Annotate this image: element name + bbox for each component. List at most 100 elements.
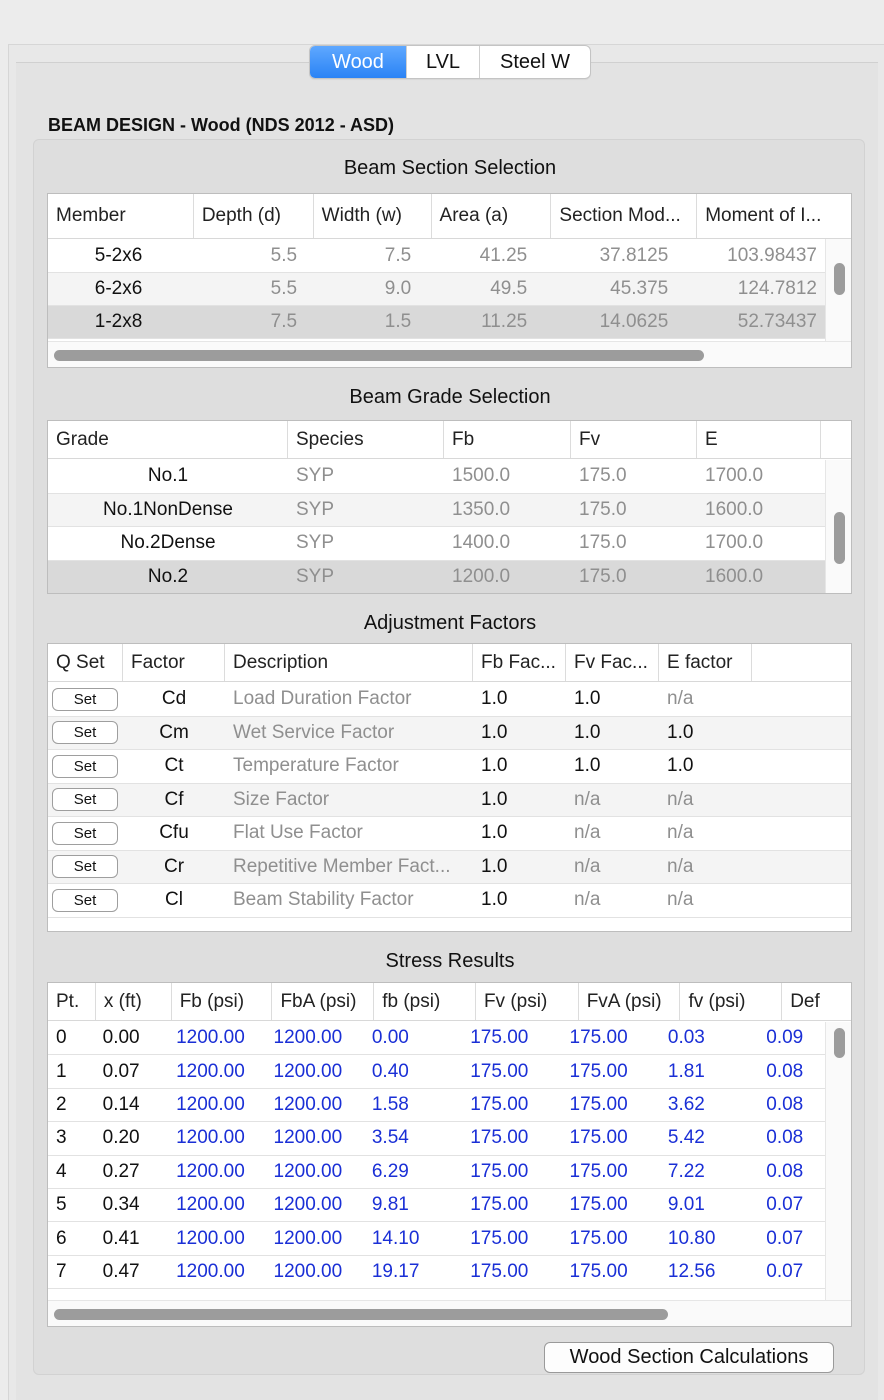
set-button[interactable]: Set bbox=[52, 687, 118, 711]
stress-cell: 0.07 bbox=[766, 1227, 804, 1249]
stress-table-vscroll-thumb[interactable] bbox=[834, 1028, 845, 1058]
stress-table-vscrollbar[interactable] bbox=[825, 1022, 851, 1300]
col-pt[interactable]: Pt. bbox=[48, 983, 96, 1020]
stress-cell: 14.10 bbox=[371, 1227, 420, 1249]
col-fva-psi[interactable]: FvA (psi) bbox=[579, 983, 681, 1020]
col-fba-psi[interactable]: FbA (psi) bbox=[272, 983, 375, 1020]
factor-cell: Ct bbox=[164, 755, 184, 777]
grade-cell: 1700.0 bbox=[705, 465, 764, 487]
factor-cell: 1.0 bbox=[481, 688, 508, 710]
col-fv-factor[interactable]: Fv Fac... bbox=[566, 644, 659, 681]
wood-section-calculations-button[interactable]: Wood Section Calculations bbox=[544, 1342, 834, 1373]
grade-cell: SYP bbox=[296, 498, 335, 520]
col-e-factor[interactable]: E factor bbox=[659, 644, 752, 681]
stress-cell: 1200.00 bbox=[176, 1093, 245, 1115]
col-moment-of-inertia[interactable]: Moment of I... bbox=[697, 194, 851, 238]
stress-table-header: Pt. x (ft) Fb (psi) FbA (psi) fb (psi) F… bbox=[48, 983, 851, 1021]
col-fv-psi[interactable]: Fv (psi) bbox=[476, 983, 579, 1020]
col-def[interactable]: Def bbox=[782, 983, 851, 1020]
section-cell: 49.5 bbox=[490, 278, 528, 299]
grade-table-row[interactable]: No.1 SYP 1500.0 175.0 1700.0 bbox=[48, 460, 825, 494]
stress-cell: 1 bbox=[56, 1060, 67, 1082]
factor-cell: 1.0 bbox=[574, 721, 601, 743]
stress-cell: 0 bbox=[56, 1027, 67, 1049]
factor-cell: n/a bbox=[667, 855, 694, 877]
set-button[interactable]: Set bbox=[52, 821, 118, 845]
set-button[interactable]: Set bbox=[52, 855, 118, 879]
factor-cell: 1.0 bbox=[481, 788, 508, 810]
col-fv-lower-psi[interactable]: fv (psi) bbox=[680, 983, 783, 1020]
set-button[interactable]: Set bbox=[52, 788, 118, 812]
grade-cell: 175.0 bbox=[579, 465, 627, 487]
stress-cell: 1200.00 bbox=[176, 1127, 245, 1149]
set-cell: Set bbox=[48, 821, 123, 845]
set-button[interactable]: Set bbox=[52, 754, 118, 778]
section-table-hscrollbar[interactable] bbox=[48, 341, 851, 367]
stress-cell: 6.29 bbox=[371, 1160, 409, 1182]
stress-cell: 6 bbox=[56, 1227, 67, 1249]
grade-table-header: Grade Species Fb Fv E bbox=[48, 421, 851, 459]
col-fb-lower-psi[interactable]: fb (psi) bbox=[374, 983, 476, 1020]
section-table-row[interactable]: 6-2x6 5.5 9.0 49.5 45.375 124.7812 bbox=[48, 273, 825, 306]
factor-cell: Repetitive Member Fact... bbox=[233, 855, 451, 877]
factor-cell: Size Factor bbox=[233, 788, 330, 810]
grade-cell: 1600.0 bbox=[705, 565, 764, 587]
stress-cell: 0.00 bbox=[102, 1027, 140, 1049]
section-cell: 124.7812 bbox=[737, 278, 817, 299]
stress-table-hscroll-thumb[interactable] bbox=[54, 1309, 668, 1320]
section-table-vscroll-thumb[interactable] bbox=[834, 263, 845, 295]
factor-cell: 1.0 bbox=[481, 721, 508, 743]
col-area[interactable]: Area (a) bbox=[432, 194, 552, 238]
col-fv[interactable]: Fv bbox=[571, 421, 697, 458]
col-q-set[interactable]: Q Set bbox=[48, 644, 123, 681]
stress-cell: 3 bbox=[56, 1127, 67, 1149]
col-fb-factor[interactable]: Fb Fac... bbox=[473, 644, 566, 681]
col-fb[interactable]: Fb bbox=[444, 421, 571, 458]
grade-cell: No.1 bbox=[147, 465, 189, 487]
section-table-vscrollbar[interactable] bbox=[825, 239, 851, 342]
section-table-hscroll-thumb[interactable] bbox=[54, 350, 704, 361]
section-table-row[interactable]: 1-2x8 7.5 1.5 11.25 14.0625 52.73437 bbox=[48, 306, 825, 339]
stress-cell: 175.00 bbox=[470, 1160, 529, 1182]
tab-wood[interactable]: Wood bbox=[310, 46, 406, 78]
col-depth[interactable]: Depth (d) bbox=[194, 194, 314, 238]
col-section-modulus[interactable]: Section Mod... bbox=[551, 194, 698, 238]
col-x[interactable]: x (ft) bbox=[96, 983, 172, 1020]
col-description[interactable]: Description bbox=[225, 644, 473, 681]
grade-table-row[interactable]: No.2 SYP 1200.0 175.0 1600.0 bbox=[48, 560, 825, 593]
stress-cell: 9.81 bbox=[371, 1194, 409, 1216]
stress-cell: 175.00 bbox=[470, 1227, 529, 1249]
stress-cell: 10.80 bbox=[667, 1227, 716, 1249]
tab-lvl[interactable]: LVL bbox=[406, 46, 479, 78]
stress-cell: 1200.00 bbox=[273, 1060, 343, 1082]
stress-cell: 0.00 bbox=[371, 1027, 409, 1049]
stress-cell: 175.00 bbox=[470, 1027, 529, 1049]
grade-table-row[interactable]: No.1NonDense SYP 1350.0 175.0 1600.0 bbox=[48, 493, 825, 527]
factor-row: Set Ct Temperature Factor 1.0 1.0 1.0 bbox=[48, 750, 851, 784]
stress-row: 7 0.47 1200.00 1200.00 19.17 175.00 175.00 12.5… bbox=[48, 1256, 825, 1290]
grade-table-row[interactable]: No.2Dense SYP 1400.0 175.0 1700.0 bbox=[48, 527, 825, 561]
factor-cell: n/a bbox=[574, 855, 601, 877]
factor-cell: 1.0 bbox=[481, 755, 508, 777]
stress-cell: 175.00 bbox=[569, 1027, 628, 1049]
col-e[interactable]: E bbox=[697, 421, 821, 458]
col-grade[interactable]: Grade bbox=[48, 421, 288, 458]
stress-table-hscrollbar[interactable] bbox=[48, 1300, 851, 1326]
col-factor[interactable]: Factor bbox=[123, 644, 225, 681]
stress-cell: 175.00 bbox=[569, 1227, 628, 1249]
section-table-row[interactable]: 5-2x6 5.5 7.5 41.25 37.8125 103.98437 bbox=[48, 240, 825, 273]
col-species[interactable]: Species bbox=[288, 421, 444, 458]
col-member[interactable]: Member bbox=[48, 194, 194, 238]
grade-table-vscroll-thumb[interactable] bbox=[834, 512, 845, 564]
grade-cell: No.1NonDense bbox=[103, 498, 233, 520]
grade-table-vscrollbar[interactable] bbox=[825, 460, 851, 593]
tab-steel-w[interactable]: Steel W bbox=[479, 46, 590, 78]
col-width[interactable]: Width (w) bbox=[314, 194, 432, 238]
col-fb-psi[interactable]: Fb (psi) bbox=[172, 983, 273, 1020]
section-cell: 37.8125 bbox=[599, 245, 669, 266]
set-button[interactable]: Set bbox=[52, 721, 118, 745]
set-button[interactable]: Set bbox=[52, 888, 118, 912]
factor-cell: Cfu bbox=[159, 822, 189, 844]
set-cell: Set bbox=[48, 721, 123, 745]
stress-table: Pt. x (ft) Fb (psi) FbA (psi) fb (psi) F… bbox=[47, 982, 852, 1327]
